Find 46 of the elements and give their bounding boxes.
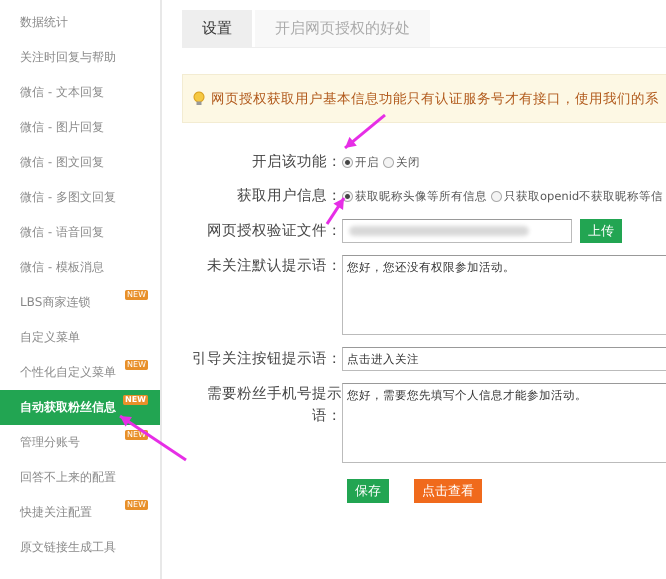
- annotation-arrow: [117, 413, 189, 463]
- radio-icon[interactable]: [342, 156, 353, 168]
- radio-icon[interactable]: [491, 190, 502, 202]
- save-button[interactable]: 保存: [347, 479, 389, 503]
- radio-option[interactable]: 开启: [342, 154, 379, 170]
- sidebar-item[interactable]: 微信 - 图文回复: [0, 145, 160, 180]
- field-label: 开启该功能：: [251, 152, 342, 172]
- sidebar-item[interactable]: 关注时回复与帮助: [0, 40, 160, 75]
- field-label: 需要粉丝手机号提示语：: [206, 384, 342, 426]
- annotation-arrow: [324, 195, 347, 227]
- sidebar-item[interactable]: 微信 - 模板消息: [0, 250, 160, 285]
- upload-button[interactable]: 上传: [580, 219, 622, 243]
- sidebar-item[interactable]: 快捷关注配置 NEW: [0, 495, 160, 530]
- view-button[interactable]: 点击查看: [414, 479, 482, 503]
- sidebar-item[interactable]: 微信 - 语音回复: [0, 215, 160, 250]
- new-badge: NEW: [125, 290, 148, 300]
- sidebar-item[interactable]: LBS商家连锁 NEW: [0, 285, 160, 320]
- sidebar-item[interactable]: 数据统计: [0, 5, 160, 40]
- field-label: 引导关注按钮提示语：: [191, 350, 342, 369]
- sidebar-item[interactable]: 回答不上来的配置: [0, 460, 160, 495]
- new-badge: NEW: [125, 360, 148, 370]
- tab[interactable]: 设置: [182, 10, 252, 47]
- sidebar-item[interactable]: 微信 - 文本回复: [0, 75, 160, 110]
- radio-option[interactable]: 只获取openid不获取昵称等信: [491, 188, 664, 204]
- tab[interactable]: 开启网页授权的好处: [255, 10, 430, 47]
- new-badge: NEW: [123, 395, 148, 405]
- sidebar-item[interactable]: 微信 - 多图文回复: [0, 180, 160, 215]
- sidebar-item[interactable]: 原文链接生成工具: [0, 530, 160, 565]
- file-field[interactable]: [342, 219, 572, 243]
- textarea-field[interactable]: 您好，您还没有权限参加活动。: [342, 255, 666, 335]
- sidebar-item[interactable]: 自定义菜单: [0, 320, 160, 355]
- sidebar-item[interactable]: 微信 - 图片回复: [0, 110, 160, 145]
- radio-icon[interactable]: [342, 190, 353, 202]
- lightbulb-icon: [193, 91, 205, 106]
- radio-option[interactable]: 关闭: [383, 154, 420, 170]
- field-label: 网页授权验证文件：: [206, 222, 342, 241]
- new-badge: NEW: [125, 500, 148, 510]
- annotation-arrow: [342, 112, 388, 151]
- field-label: 获取用户信息：: [236, 187, 342, 206]
- notice-text: 网页授权获取用户基本信息功能只有认证服务号才有接口，使用我们的系: [211, 90, 659, 108]
- radio-icon[interactable]: [383, 156, 394, 168]
- sidebar-item[interactable]: 个性化自定义菜单 NEW: [0, 355, 160, 390]
- field-label: 未关注默认提示语：: [206, 257, 342, 276]
- input-field[interactable]: 点击进入关注: [342, 347, 666, 371]
- textarea-field[interactable]: 您好，需要您先填写个人信息才能参加活动。: [342, 383, 666, 463]
- sidebar-item[interactable]: 自动获取粉丝信息 NEW: [0, 390, 160, 425]
